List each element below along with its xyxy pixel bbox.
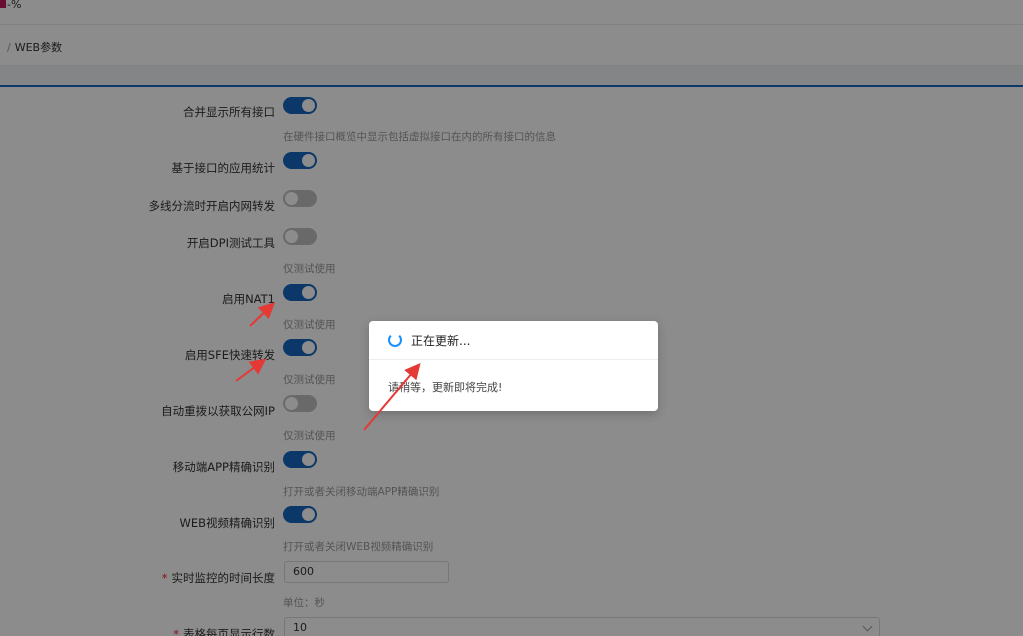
annotation-arrows <box>235 302 421 431</box>
arrow-to-sfe <box>235 358 267 382</box>
app-root: -% / WEB参数 合并显示所有接口 在硬件接口概览中显示包括虚拟接口在内的所有… <box>0 0 1023 636</box>
arrow-to-modal <box>363 362 421 431</box>
arrow-to-nat1 <box>249 302 275 327</box>
